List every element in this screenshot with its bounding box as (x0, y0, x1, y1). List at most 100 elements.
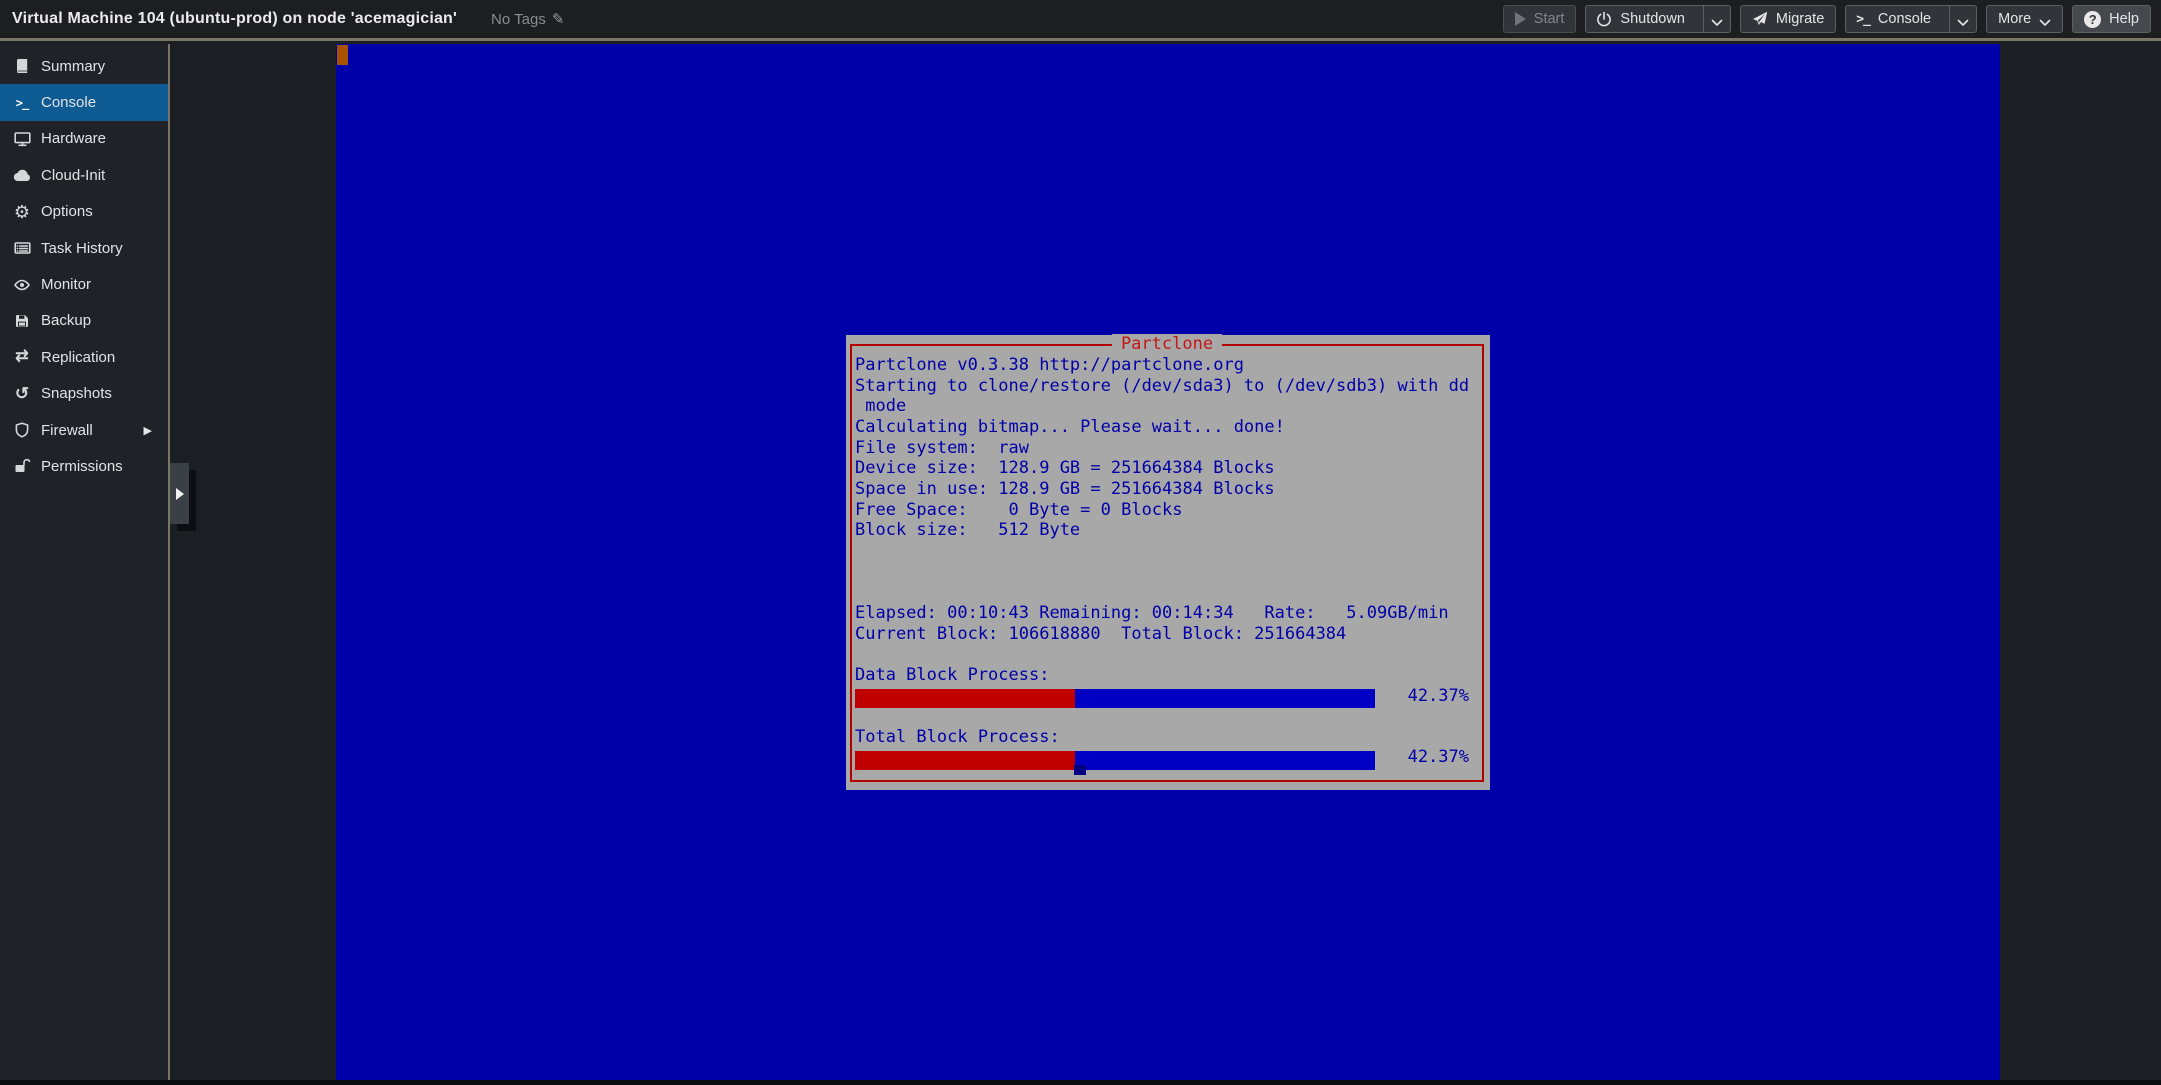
total-block-progress-fill (855, 751, 1075, 770)
vnc-console-canvas[interactable]: Partclone Partclone v0.3.38 http://partc… (336, 44, 2000, 1080)
history-icon: ↺ (12, 385, 32, 403)
top-bar: Virtual Machine 104 (ubuntu-prod) on nod… (0, 0, 2161, 41)
terminal-line: mode (855, 396, 1482, 417)
data-block-percent: 42.37% (1408, 686, 1469, 707)
sidebar-item-label: Firewall (41, 422, 93, 439)
start-button[interactable]: Start (1503, 5, 1577, 33)
more-button[interactable]: More (1986, 5, 2063, 33)
sidebar-item-label: Permissions (41, 458, 123, 475)
sidebar-item-label: Replication (41, 349, 115, 366)
sidebar-item-replication[interactable]: ⇄ Replication (0, 339, 168, 375)
terminal-line: Starting to clone/restore (/dev/sda3) to… (855, 376, 1482, 397)
terminal-line: File system: raw (855, 438, 1482, 459)
block-stats-line: Current Block: 106618880 Total Block: 25… (855, 624, 1482, 645)
terminal-blank-line (855, 706, 1482, 727)
terminal-icon: >_ (12, 94, 32, 112)
sidebar-item-snapshots[interactable]: ↺ Snapshots (0, 376, 168, 412)
terminal-line: Space in use: 128.9 GB = 251664384 Block… (855, 479, 1482, 500)
total-block-progress-bar (855, 751, 1375, 770)
sidebar-item-label: Cloud-Init (41, 167, 105, 184)
console-split-button: >_ Console (1845, 5, 1977, 33)
console-button[interactable]: >_ Console (1846, 6, 1941, 32)
gear-icon: ⚙ (12, 203, 32, 221)
sidebar-item-options[interactable]: ⚙ Options (0, 194, 168, 230)
topbar-buttons: Start Shutdown Mi (1503, 5, 2151, 33)
chevron-down-icon (1957, 15, 1969, 23)
sidebar-item-label: Options (41, 203, 93, 220)
shield-icon (12, 421, 32, 439)
migrate-label: Migrate (1776, 11, 1824, 27)
tags-label: No Tags (491, 11, 546, 28)
sidebar-item-label: Summary (41, 58, 105, 75)
sidebar-splitter[interactable] (168, 44, 170, 1080)
paper-plane-icon (1752, 11, 1768, 27)
total-block-progress-row: 42.37% (855, 747, 1482, 768)
sidebar-item-cloud-init[interactable]: Cloud-Init (0, 157, 168, 193)
chevron-down-icon (1711, 15, 1723, 23)
sync-arrows-icon: ⇄ (12, 348, 32, 366)
partclone-dialog: Partclone Partclone v0.3.38 http://partc… (846, 335, 1490, 790)
power-icon (1596, 11, 1612, 27)
partclone-dialog-body: Partclone v0.3.38 http://partclone.org S… (852, 346, 1482, 780)
sidebar-item-summary[interactable]: Summary (0, 48, 168, 84)
terminal-line: Partclone v0.3.38 http://partclone.org (855, 355, 1482, 376)
help-button[interactable]: ? Help (2072, 5, 2151, 33)
shutdown-menu-caret[interactable] (1703, 6, 1730, 32)
terminal-line: Free Space: 0 Byte = 0 Blocks (855, 500, 1482, 521)
sidebar-item-label: Hardware (41, 130, 106, 147)
terminal-blank-line (855, 582, 1482, 603)
sidebar-item-label: Console (41, 94, 96, 111)
sidebar-item-permissions[interactable]: Permissions (0, 448, 168, 484)
bottom-strip (0, 1080, 2161, 1085)
more-label: More (1998, 11, 2031, 27)
shutdown-label: Shutdown (1620, 11, 1685, 27)
edit-pencil-icon: ✎ (552, 10, 565, 28)
book-icon (12, 57, 32, 75)
elapsed-stats-line: Elapsed: 00:10:43 Remaining: 00:14:34 Ra… (855, 603, 1482, 624)
terminal-blank-line (855, 562, 1482, 583)
terminal-corner-cell (337, 45, 348, 65)
sidebar-item-backup[interactable]: Backup (0, 303, 168, 339)
sidebar-nav: Summary >_ Console Hardware Cloud-Init ⚙… (0, 44, 168, 1080)
sidebar-item-label: Snapshots (41, 385, 112, 402)
terminal-icon: >_ (1856, 12, 1870, 27)
sidebar-item-label: Task History (41, 240, 123, 257)
sidebar-item-firewall[interactable]: Firewall ▶ (0, 412, 168, 448)
sidebar-item-task-history[interactable]: Task History (0, 230, 168, 266)
terminal-cursor (1074, 765, 1086, 775)
terminal-line: Calculating bitmap... Please wait... don… (855, 417, 1482, 438)
total-block-label: Total Block Process: (855, 727, 1482, 748)
sidebar-item-monitor[interactable]: Monitor (0, 266, 168, 302)
sidebar-collapse-handle[interactable] (170, 463, 189, 524)
sidebar-item-console[interactable]: >_ Console (0, 84, 168, 120)
monitor-icon (12, 130, 32, 148)
shutdown-split-button: Shutdown (1585, 5, 1731, 33)
total-block-percent: 42.37% (1408, 747, 1469, 768)
data-block-progress-row: 42.37% (855, 686, 1482, 707)
submenu-arrow-icon: ▶ (144, 424, 152, 437)
terminal-line: Device size: 128.9 GB = 251664384 Blocks (855, 458, 1482, 479)
cloud-icon (12, 166, 32, 184)
app-window: Virtual Machine 104 (ubuntu-prod) on nod… (0, 0, 2161, 1085)
data-block-label: Data Block Process: (855, 665, 1482, 686)
console-menu-caret[interactable] (1949, 6, 1976, 32)
eye-icon (12, 276, 32, 294)
terminal-blank-line (855, 541, 1482, 562)
arrow-right-icon (176, 488, 184, 500)
list-icon (12, 239, 32, 257)
help-label: Help (2109, 11, 2139, 27)
chevron-down-icon (2039, 15, 2051, 23)
shutdown-button[interactable]: Shutdown (1586, 6, 1695, 32)
partclone-dialog-border: Partclone Partclone v0.3.38 http://partc… (850, 344, 1484, 782)
unlock-icon (12, 457, 32, 475)
sidebar-item-hardware[interactable]: Hardware (0, 121, 168, 157)
migrate-button[interactable]: Migrate (1740, 5, 1836, 33)
tags-editor[interactable]: No Tags ✎ (491, 10, 564, 28)
play-icon (1515, 12, 1526, 26)
sidebar-item-label: Backup (41, 312, 91, 329)
floppy-icon (12, 312, 32, 330)
vm-title: Virtual Machine 104 (ubuntu-prod) on nod… (12, 10, 457, 28)
question-circle-icon: ? (2084, 11, 2101, 28)
terminal-blank-line (855, 644, 1482, 665)
sidebar-item-label: Monitor (41, 276, 91, 293)
